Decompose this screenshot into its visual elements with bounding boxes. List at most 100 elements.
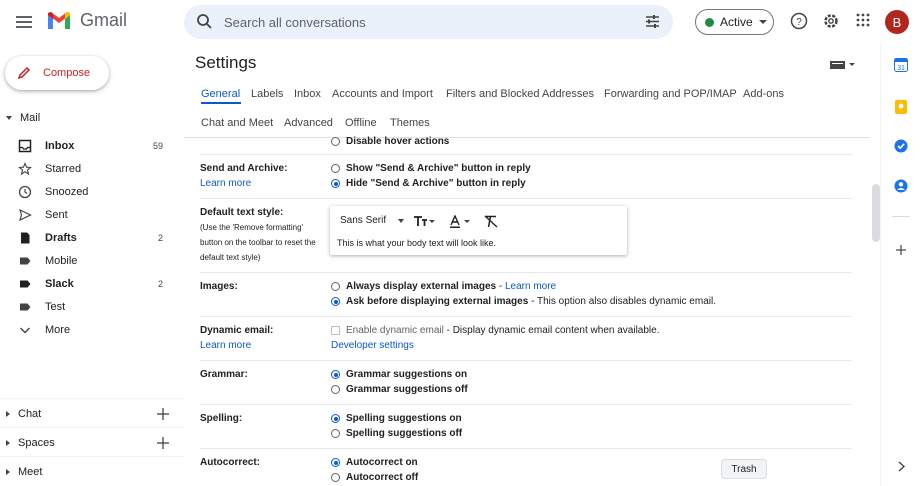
radio-button-selected[interactable] bbox=[331, 458, 340, 467]
hover-actions-row: Disable hover actions bbox=[200, 136, 852, 155]
keep-icon[interactable] bbox=[894, 100, 908, 114]
tab-inbox[interactable]: Inbox bbox=[294, 88, 321, 100]
tab-labels[interactable]: Labels bbox=[251, 88, 283, 100]
spaces-section-toggle[interactable]: Spaces bbox=[0, 435, 55, 451]
always-display-images-option[interactable]: Always display external images - Learn m… bbox=[331, 281, 556, 292]
grammar-on-option[interactable]: Grammar suggestions on bbox=[331, 369, 467, 380]
text-color-icon[interactable] bbox=[450, 215, 472, 228]
radio-button-selected[interactable] bbox=[331, 179, 340, 188]
tab-add-ons[interactable]: Add-ons bbox=[743, 88, 784, 100]
send-archive-label: Send and Archive: bbox=[200, 163, 288, 174]
search-icon[interactable] bbox=[196, 13, 213, 30]
radio-button-selected[interactable] bbox=[331, 370, 340, 379]
new-space-plus-icon[interactable] bbox=[157, 437, 169, 449]
font-size-icon[interactable] bbox=[413, 215, 435, 227]
learn-more-link[interactable]: Learn more bbox=[200, 178, 251, 189]
help-icon[interactable]: ? bbox=[790, 12, 808, 30]
sidebar-item-snoozed[interactable]: Snoozed bbox=[0, 182, 184, 202]
tab-filters[interactable]: Filters and Blocked Addresses bbox=[446, 88, 594, 100]
gear-icon[interactable] bbox=[822, 12, 840, 30]
sidebar-item-inbox[interactable]: Inbox 59 bbox=[0, 136, 184, 156]
remove-formatting-icon[interactable] bbox=[484, 215, 498, 228]
separator: - bbox=[496, 281, 505, 292]
caret-down-icon bbox=[6, 116, 12, 120]
enable-dynamic-email-option[interactable]: Enable dynamic email - Display dynamic e… bbox=[331, 325, 660, 336]
option-note: - This option also disables dynamic emai… bbox=[528, 296, 716, 307]
tab-themes[interactable]: Themes bbox=[390, 117, 430, 129]
autocorrect-off-option[interactable]: Autocorrect off bbox=[331, 472, 418, 483]
svg-text:31: 31 bbox=[897, 65, 905, 72]
radio-button[interactable] bbox=[331, 385, 340, 394]
contacts-icon[interactable] bbox=[894, 179, 908, 193]
tab-general[interactable]: General bbox=[201, 88, 240, 100]
apps-grid-icon[interactable] bbox=[855, 12, 871, 28]
learn-more-link[interactable]: Learn more bbox=[200, 340, 251, 351]
tab-forwarding[interactable]: Forwarding and POP/IMAP bbox=[604, 88, 737, 100]
avatar[interactable]: B bbox=[885, 10, 909, 34]
radio-button[interactable] bbox=[331, 429, 340, 438]
sidebar-item-slack[interactable]: Slack 2 bbox=[0, 274, 184, 294]
dropdown-arrow-icon[interactable] bbox=[398, 219, 404, 223]
app-name: Gmail bbox=[80, 10, 128, 30]
calendar-icon[interactable]: 31 bbox=[894, 58, 908, 72]
checkbox[interactable] bbox=[331, 326, 340, 335]
sidebar-item-mobile[interactable]: Mobile bbox=[0, 251, 184, 271]
chat-section-toggle[interactable]: Chat bbox=[0, 406, 41, 422]
radio-button[interactable] bbox=[331, 282, 340, 291]
status-label: Active bbox=[720, 15, 753, 29]
tab-chat-and-meet[interactable]: Chat and Meet bbox=[201, 117, 273, 129]
ask-before-images-option[interactable]: Ask before displaying external images - … bbox=[331, 296, 716, 307]
sidebar-item-more[interactable]: More bbox=[0, 320, 184, 340]
scrollbar-thumb[interactable] bbox=[872, 184, 880, 242]
main-menu-icon[interactable] bbox=[14, 12, 34, 32]
option-label: Grammar suggestions off bbox=[346, 384, 468, 395]
pencil-icon bbox=[17, 66, 31, 80]
learn-more-link[interactable]: Learn more bbox=[505, 281, 556, 292]
sidebar-item-test[interactable]: Test bbox=[0, 297, 184, 317]
autocorrect-on-option[interactable]: Autocorrect on bbox=[331, 457, 418, 468]
avatar-letter: B bbox=[892, 14, 902, 30]
grammar-off-option[interactable]: Grammar suggestions off bbox=[331, 384, 468, 395]
input-tools-icon[interactable] bbox=[830, 60, 856, 70]
spelling-off-option[interactable]: Spelling suggestions off bbox=[331, 428, 462, 439]
sidebar-item-drafts[interactable]: Drafts 2 bbox=[0, 228, 184, 248]
sidebar-item-label: Mobile bbox=[45, 255, 78, 267]
tasks-icon[interactable] bbox=[894, 139, 908, 153]
spelling-on-option[interactable]: Spelling suggestions on bbox=[331, 413, 462, 424]
sidebar-item-starred[interactable]: Starred bbox=[0, 159, 184, 179]
gmail-logo[interactable]: Gmail bbox=[46, 10, 127, 31]
status-selector[interactable]: Active bbox=[695, 9, 774, 35]
meet-section-toggle[interactable]: Meet bbox=[0, 464, 42, 480]
option-label: Disable hover actions bbox=[346, 136, 450, 147]
search-options-icon[interactable] bbox=[644, 13, 661, 30]
hide-send-archive-option[interactable]: Hide "Send & Archive" button in reply bbox=[331, 178, 526, 189]
chevron-right-icon[interactable] bbox=[898, 461, 905, 472]
get-addons-plus-icon[interactable] bbox=[896, 245, 906, 255]
disable-hover-option[interactable]: Disable hover actions bbox=[331, 136, 449, 147]
option-label: Ask before displaying external images bbox=[346, 296, 529, 307]
svg-text:?: ? bbox=[796, 17, 802, 28]
search-bar[interactable] bbox=[184, 5, 673, 39]
radio-button[interactable] bbox=[331, 137, 340, 146]
tab-accounts-and-import[interactable]: Accounts and Import bbox=[332, 88, 433, 100]
compose-button[interactable]: Compose bbox=[5, 56, 109, 90]
new-chat-plus-icon[interactable] bbox=[157, 408, 169, 420]
radio-button-selected[interactable] bbox=[331, 297, 340, 306]
show-send-archive-option[interactable]: Show "Send & Archive" button in reply bbox=[331, 163, 531, 174]
radio-button[interactable] bbox=[331, 473, 340, 482]
sidebar-item-label: Test bbox=[45, 301, 66, 313]
tab-offline[interactable]: Offline bbox=[345, 117, 377, 129]
font-family-select[interactable]: Sans Serif bbox=[340, 215, 386, 226]
radio-button[interactable] bbox=[331, 164, 340, 173]
mail-section-toggle[interactable]: Mail bbox=[0, 110, 40, 126]
tab-advanced[interactable]: Advanced bbox=[284, 117, 333, 129]
developer-settings-link[interactable]: Developer settings bbox=[331, 340, 414, 351]
sidebar-item-sent[interactable]: Sent bbox=[0, 205, 184, 225]
active-tab-indicator bbox=[201, 102, 241, 104]
radio-button-selected[interactable] bbox=[331, 414, 340, 423]
star-icon bbox=[18, 162, 32, 176]
gmail-logo-icon bbox=[48, 11, 70, 29]
meet-section-label: Meet bbox=[18, 466, 43, 478]
search-input[interactable] bbox=[224, 12, 624, 32]
compose-label: Compose bbox=[43, 67, 91, 79]
